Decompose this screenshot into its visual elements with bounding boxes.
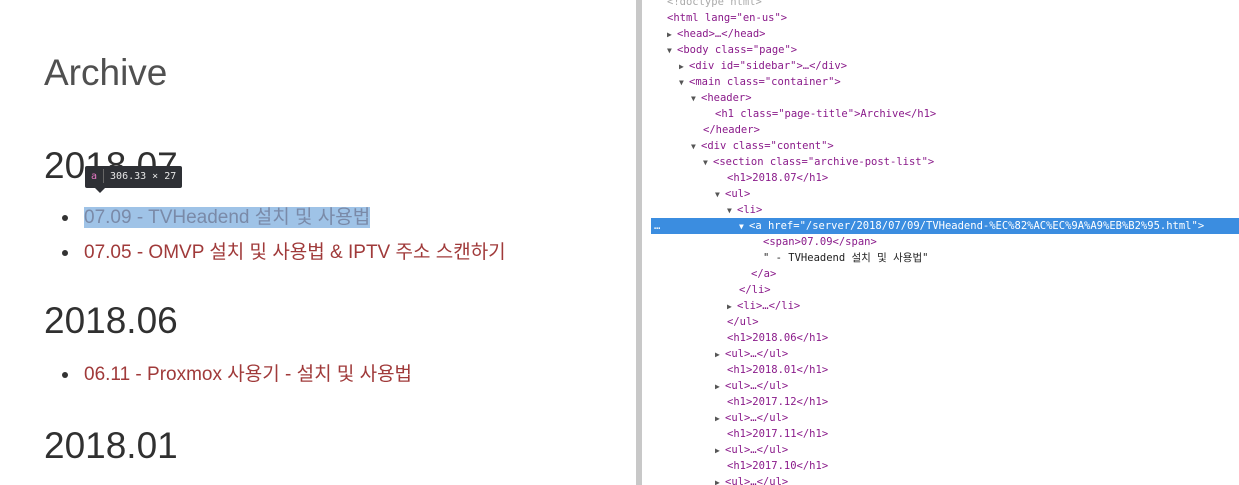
collapse-arrow-icon: ▼	[727, 206, 732, 215]
expand-arrow-icon: ▶	[715, 446, 720, 455]
collapse-arrow-icon: ▼	[703, 158, 708, 167]
dom-node-line[interactable]: <!doctype html>	[651, 0, 1239, 10]
dom-node-line[interactable]: ▼ <main class="container">	[651, 74, 1239, 90]
panel-splitter[interactable]	[636, 0, 651, 485]
dom-node-line[interactable]: </header>	[651, 122, 1239, 138]
dom-node-line[interactable]: <span>07.09</span>	[651, 234, 1239, 250]
dom-node-line[interactable]: <h1>2017.10</h1>	[651, 458, 1239, 474]
collapse-arrow-icon: ▼	[739, 222, 744, 231]
expand-arrow-icon: ▶	[715, 382, 720, 391]
dom-node-line[interactable]: </a>	[651, 266, 1239, 282]
dom-node-line[interactable]: <html lang="en-us">	[651, 10, 1239, 26]
bullet-icon	[62, 214, 68, 221]
dom-node-line[interactable]: ▼ <section class="archive-post-list">	[651, 154, 1239, 170]
dom-node-line[interactable]: <h1>2018.06</h1>	[651, 330, 1239, 346]
year-heading-2018-06: 2018.06	[44, 300, 178, 341]
expand-arrow-icon: ▶	[727, 302, 732, 311]
post-link-omvp[interactable]: 07.05 - OMVP 설치 및 사용법 & IPTV 주소 스캔하기	[84, 242, 506, 263]
dom-node-line[interactable]: ▼ <ul>	[651, 186, 1239, 202]
post-link-tvheadend[interactable]: 07.09 - TVHeadend 설치 및 사용법	[84, 207, 371, 228]
dom-node-line[interactable]: ▶ <div id="sidebar">…</div>	[651, 58, 1239, 74]
expand-arrow-icon: ▶	[715, 350, 720, 359]
dom-node-line[interactable]: ▶ <ul>…</ul>	[651, 442, 1239, 458]
dom-node-line[interactable]: </li>	[651, 282, 1239, 298]
dom-node-line[interactable]: ▶ <ul>…</ul>	[651, 474, 1239, 485]
collapse-arrow-icon: ▼	[691, 94, 696, 103]
dom-node-line[interactable]: ▼ <div class="content">	[651, 138, 1239, 154]
collapse-arrow-icon: ▼	[715, 190, 720, 199]
post-link-proxmox[interactable]: 06.11 - Proxmox 사용기 - 설치 및 사용법	[84, 364, 412, 385]
page-viewport: Archive 2018.07 07.09 - TVHeadend 설치 및 사…	[0, 0, 636, 485]
page-title: Archive	[44, 52, 168, 93]
year-heading-2018-01: 2018.01	[44, 425, 178, 466]
list-item: 07.05 - OMVP 설치 및 사용법 & IPTV 주소 스캔하기	[62, 237, 506, 264]
element-inspect-tooltip: a 306.33 × 27	[85, 166, 183, 193]
dom-node-line[interactable]: ▶ <ul>…</ul>	[651, 410, 1239, 426]
dom-node-line[interactable]: <h1>2017.11</h1>	[651, 426, 1239, 442]
collapse-arrow-icon: ▼	[691, 142, 696, 151]
expand-arrow-icon: ▶	[715, 414, 720, 423]
list-item: 07.09 - TVHeadend 설치 및 사용법	[62, 202, 371, 229]
expand-arrow-icon: ▶	[715, 478, 720, 485]
collapse-arrow-icon: ▼	[679, 78, 684, 87]
dom-node-line[interactable]: </ul>	[651, 314, 1239, 330]
dom-node-line[interactable]: " - TVHeadend 설치 및 사용법"	[651, 250, 1239, 266]
dom-node-line[interactable]: ▶ <li>…</li>	[651, 298, 1239, 314]
collapse-arrow-icon: ▼	[667, 46, 672, 55]
dom-node-line[interactable]: ▼ <header>	[651, 90, 1239, 106]
dom-node-line[interactable]: ▶ <head>…</head>	[651, 26, 1239, 42]
expand-arrow-icon: ▶	[667, 30, 672, 39]
dom-node-line[interactable]: <h1>2018.07</h1>	[651, 170, 1239, 186]
devtools-elements-panel: <!doctype html> <html lang="en-us"> ▶ <he…	[651, 0, 1239, 485]
dom-node-line[interactable]: ▶ <ul>…</ul>	[651, 378, 1239, 394]
expand-arrow-icon: ▶	[679, 62, 684, 71]
dom-node-line[interactable]: <h1 class="page-title">Archive</h1>	[651, 106, 1239, 122]
dom-node-line[interactable]: ▶ <ul>…</ul>	[651, 346, 1239, 362]
dom-node-line[interactable]: ▼ <body class="page">	[651, 42, 1239, 58]
dom-node-line-selected[interactable]: … ▼ <a href="/server/2018/07/09/TVHeadend-…	[651, 218, 1239, 234]
dom-node-line[interactable]: <h1>2017.12</h1>	[651, 394, 1239, 410]
dom-node-line[interactable]: <h1>2018.01</h1>	[651, 362, 1239, 378]
bullet-icon	[62, 371, 68, 378]
list-item: 06.11 - Proxmox 사용기 - 설치 및 사용법	[62, 359, 412, 386]
bullet-icon	[62, 249, 68, 256]
dom-node-line[interactable]: ▼ <li>	[651, 202, 1239, 218]
